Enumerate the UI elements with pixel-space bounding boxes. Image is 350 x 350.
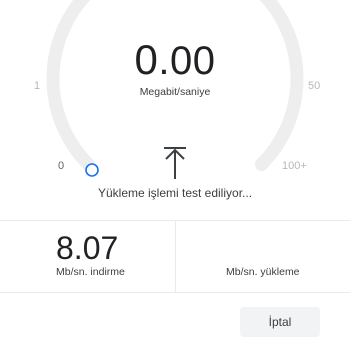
speed-test-panel: 0.00 Megabit/saniye 1 50 0 100+ Yükleme … (0, 0, 350, 350)
gauge-tick-0: 0 (58, 160, 65, 172)
gauge-tick-50: 50 (308, 80, 321, 92)
download-speed-value: 8.07 (56, 230, 119, 266)
gauge-tick-1: 1 (34, 80, 41, 92)
results-divider-bottom (0, 292, 350, 293)
cancel-button[interactable]: İptal (240, 307, 320, 337)
test-status-text: Yükleme işlemi test ediliyor... (97, 186, 253, 200)
gauge-tick-100: 100+ (282, 160, 307, 172)
gauge-progress-handle (85, 163, 99, 177)
upload-result: Mb/sn. yükleme (176, 220, 350, 292)
speed-unit-label: Megabit/saniye (139, 86, 211, 98)
download-speed-label: Mb/sn. indirme (56, 266, 125, 278)
current-speed-integer: 0 (134, 36, 159, 83)
download-result: 8.07 Mb/sn. indirme (0, 220, 175, 292)
upload-speed-label: Mb/sn. yükleme (226, 266, 300, 278)
upload-arrow-icon (162, 146, 188, 180)
current-speed-fraction: .00 (158, 39, 216, 83)
current-speed: 0.00 (0, 36, 350, 84)
